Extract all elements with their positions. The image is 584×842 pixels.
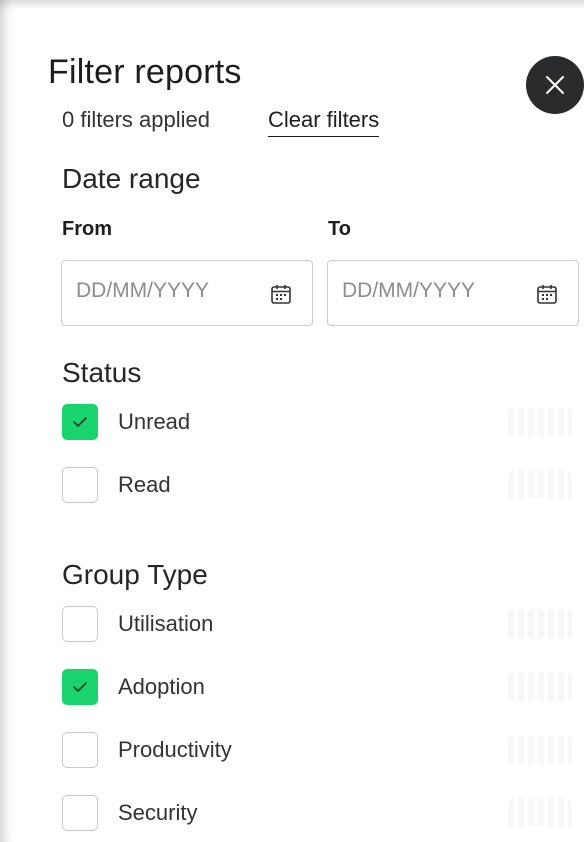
placeholder-count bbox=[508, 610, 572, 638]
from-date-input[interactable] bbox=[76, 279, 256, 303]
status-heading: Status bbox=[62, 357, 142, 388]
calendar-icon[interactable] bbox=[270, 283, 292, 305]
utilisation-checkbox[interactable] bbox=[62, 606, 98, 642]
adoption-checkbox[interactable] bbox=[62, 669, 98, 705]
calendar-icon[interactable] bbox=[536, 283, 558, 305]
from-date-field[interactable] bbox=[61, 260, 313, 326]
unread-checkbox[interactable] bbox=[62, 404, 98, 440]
filters-applied-count: 0 filters applied bbox=[62, 107, 210, 132]
unread-label: Unread bbox=[118, 409, 191, 434]
checkmark-icon bbox=[73, 682, 87, 692]
utilisation-label: Utilisation bbox=[118, 611, 214, 636]
read-label: Read bbox=[118, 472, 171, 497]
close-icon bbox=[546, 76, 564, 94]
clear-filters-link[interactable]: Clear filters bbox=[268, 106, 380, 137]
to-date-field[interactable] bbox=[327, 260, 579, 326]
to-date-input[interactable] bbox=[342, 279, 522, 303]
close-button[interactable] bbox=[526, 56, 584, 114]
placeholder-count bbox=[508, 799, 572, 827]
security-label: Security bbox=[118, 800, 198, 825]
group-type-heading: Group Type bbox=[62, 559, 208, 590]
checkmark-icon bbox=[73, 417, 87, 427]
placeholder-count bbox=[508, 673, 572, 701]
placeholder-count bbox=[508, 736, 572, 764]
security-checkbox[interactable] bbox=[62, 795, 98, 831]
date-range-heading: Date range bbox=[62, 163, 201, 194]
read-checkbox[interactable] bbox=[62, 467, 98, 503]
placeholder-count bbox=[508, 471, 572, 499]
productivity-label: Productivity bbox=[118, 737, 232, 762]
adoption-label: Adoption bbox=[118, 674, 205, 699]
to-label: To bbox=[328, 218, 351, 240]
productivity-checkbox[interactable] bbox=[62, 732, 98, 768]
filter-panel: Filter reports 0 filters applied Clear f… bbox=[14, 8, 584, 842]
placeholder-count bbox=[508, 408, 572, 436]
panel-title: Filter reports bbox=[48, 53, 242, 91]
from-label: From bbox=[62, 218, 112, 240]
